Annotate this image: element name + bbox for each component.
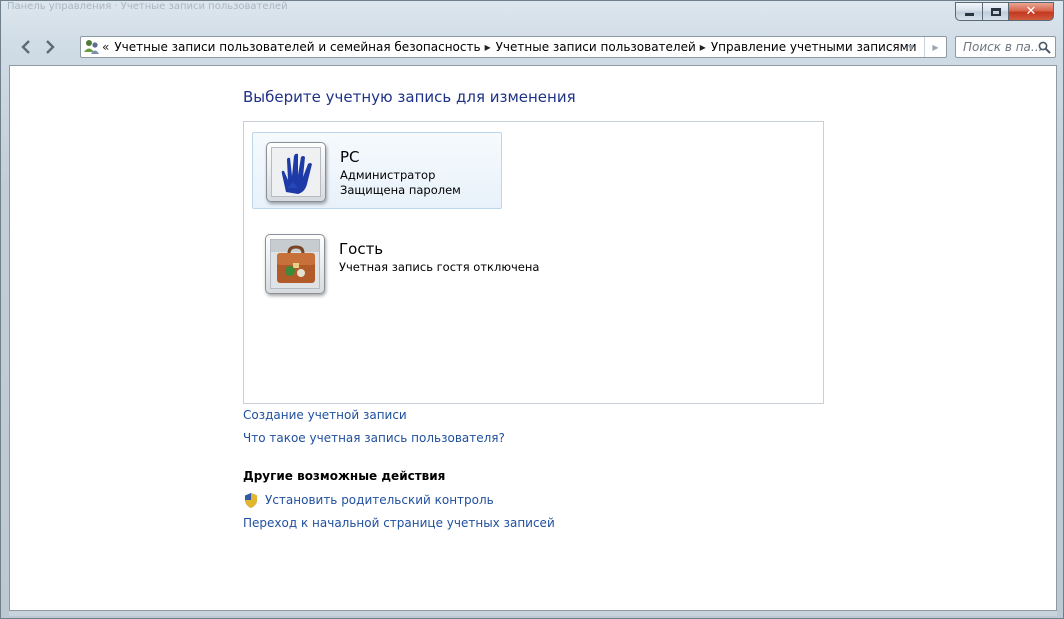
search-input[interactable]: Поиск в па... [955, 36, 1056, 58]
maximize-icon [990, 7, 1001, 16]
window-controls: ✕ [955, 2, 1054, 21]
breadcrumb-separator-icon[interactable]: ▸ [485, 40, 491, 54]
what-is-account-link[interactable]: Что такое учетная запись пользователя? [243, 431, 505, 445]
breadcrumb-overflow[interactable]: « [102, 40, 109, 54]
address-dropdown-button[interactable]: ▼ [900, 37, 922, 57]
suitcase-icon [270, 239, 320, 289]
close-button[interactable]: ✕ [1008, 2, 1054, 21]
close-icon: ✕ [1025, 4, 1037, 19]
breadcrumb-separator-icon[interactable]: ▸ [700, 40, 706, 54]
navigation-bar: « Учетные записи пользователей и семейна… [1, 31, 1064, 63]
account-status: Учетная запись гостя отключена [339, 260, 540, 274]
create-account-link[interactable]: Создание учетной записи [243, 408, 407, 422]
content-pane: Выберите учетную запись для изменения PC… [9, 65, 1057, 611]
forward-button[interactable] [40, 37, 60, 57]
chevron-right-icon: ▶ [932, 42, 939, 52]
back-button[interactable] [16, 37, 36, 57]
window-frame: Панель управления · Учетные записи польз… [0, 0, 1064, 619]
minimize-button[interactable] [955, 2, 982, 21]
search-placeholder: Поиск в па... [963, 40, 1043, 54]
blue-hand-icon [271, 147, 321, 197]
account-type: Администратор [340, 168, 436, 182]
account-name: Гость [339, 240, 384, 258]
avatar [266, 142, 326, 202]
breadcrumb-item-user-accounts[interactable]: Учетные записи пользователей [496, 40, 696, 54]
address-go-button[interactable]: ▶ [924, 37, 946, 57]
page-title: Выберите учетную запись для изменения [243, 88, 576, 106]
maximize-button[interactable] [982, 2, 1008, 21]
parental-control-link[interactable]: Установить родительский контроль [265, 493, 494, 507]
minimize-icon [964, 13, 974, 16]
back-arrow-icon [21, 40, 30, 54]
address-bar[interactable]: « Учетные записи пользователей и семейна… [80, 36, 947, 58]
users-icon [83, 38, 101, 56]
window-title-ghost: Панель управления · Учетные записи польз… [7, 1, 288, 12]
account-tile-pc[interactable]: PC Администратор Защищена паролем [252, 132, 502, 209]
account-status: Защищена паролем [340, 183, 461, 197]
search-icon[interactable] [1038, 41, 1051, 54]
other-actions-title: Другие возможные действия [243, 469, 446, 483]
account-tile-guest[interactable]: Гость Учетная запись гостя отключена [252, 225, 539, 302]
breadcrumb-item-family-safety[interactable]: Учетные записи пользователей и семейная … [114, 40, 480, 54]
shield-icon [245, 493, 257, 508]
accounts-list: PC Администратор Защищена паролем Гость … [243, 121, 824, 404]
breadcrumb-item-manage-accounts[interactable]: Управление учетными записями [711, 40, 917, 54]
account-name: PC [340, 148, 360, 166]
accounts-home-link[interactable]: Переход к начальной странице учетных зап… [243, 516, 555, 530]
forward-arrow-icon [46, 40, 55, 54]
chevron-down-icon: ▼ [907, 42, 915, 52]
horizontal-scrollbar[interactable] [9, 611, 1057, 616]
avatar [265, 234, 325, 294]
